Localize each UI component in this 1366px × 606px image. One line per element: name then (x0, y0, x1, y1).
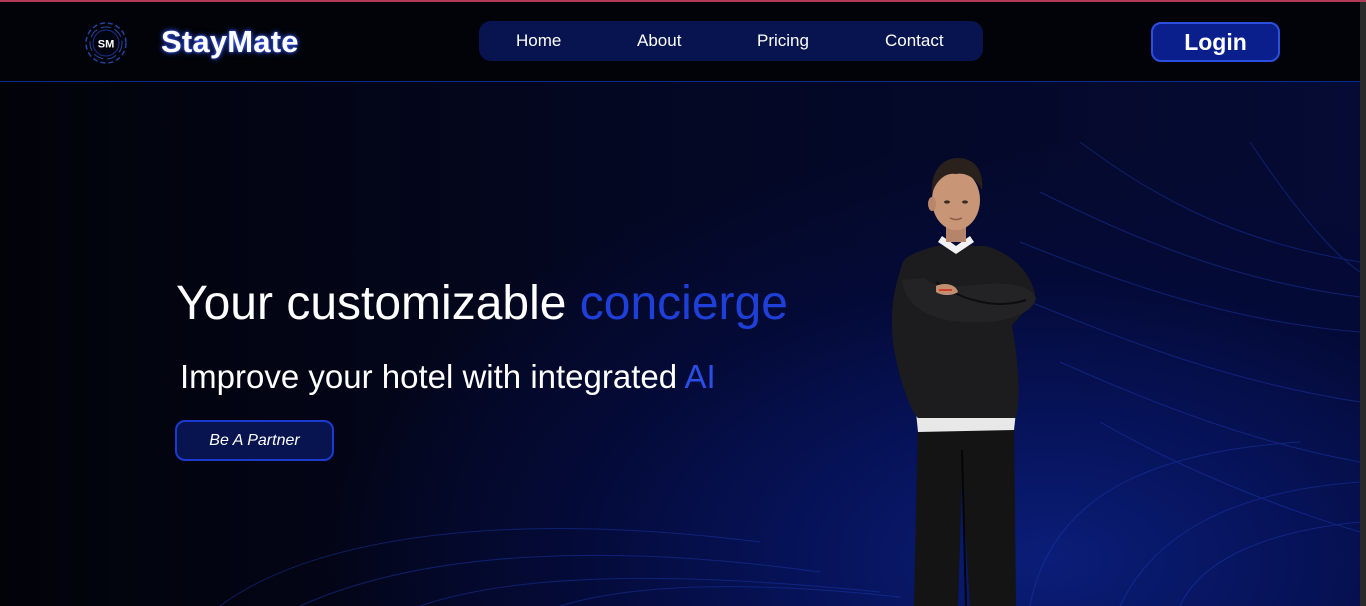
landing-page: SM StayMate Home About Pricing Contact L… (0, 0, 1366, 606)
headline-accent-text: concierge (579, 277, 788, 330)
subheadline-accent-text: AI (684, 358, 716, 395)
hero-subheadline: Improve your hotel with integrated AI (180, 358, 716, 396)
logo-initials: SM (98, 39, 115, 51)
top-header: SM StayMate Home About Pricing Contact L… (0, 2, 1360, 82)
be-a-partner-button[interactable]: Be A Partner (175, 420, 334, 461)
subheadline-main-text: Improve your hotel with integrated (180, 358, 685, 395)
main-nav: Home About Pricing Contact (479, 21, 983, 61)
sm-logo-icon[interactable]: SM (80, 21, 132, 65)
login-button[interactable]: Login (1151, 22, 1280, 62)
nav-item-about[interactable]: About (637, 31, 681, 51)
nav-item-contact[interactable]: Contact (885, 31, 944, 51)
headline-main-text: Your customizable (176, 277, 580, 330)
concierge-avatar (866, 150, 1046, 606)
background-wave-lines (219, 141, 1360, 606)
nav-item-home[interactable]: Home (516, 31, 561, 51)
scrollbar[interactable] (1360, 2, 1366, 606)
brand-name[interactable]: StayMate (161, 24, 299, 60)
nav-item-pricing[interactable]: Pricing (757, 31, 809, 51)
hero-headline: Your customizable concierge (176, 276, 788, 331)
